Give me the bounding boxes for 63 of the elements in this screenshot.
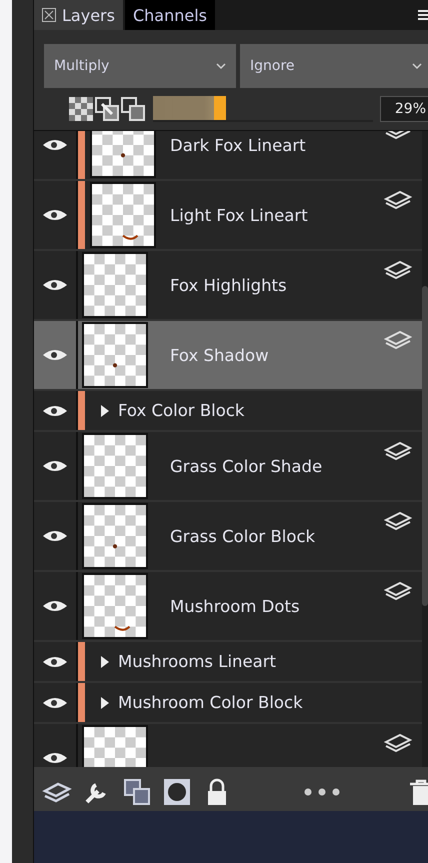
layer-stack-icon: [384, 732, 412, 754]
layer-thumbnail: [82, 433, 148, 499]
layer-thumbnail: [90, 182, 156, 248]
panel-tab[interactable]: Channels: [124, 0, 215, 30]
blend-mode-dropdown[interactable]: Multiply: [44, 44, 236, 88]
layer-stack-icon: [384, 440, 412, 462]
layer-row[interactable]: Fox Highlights: [34, 251, 422, 321]
layer-stack-icon: [384, 510, 412, 532]
mask-icon[interactable]: [162, 777, 192, 807]
eye-icon[interactable]: [42, 599, 68, 613]
expand-triangle-icon[interactable]: [100, 404, 110, 418]
layer-name: Fox Highlights: [170, 276, 287, 294]
chevron-icon: [216, 62, 226, 70]
scrollbar[interactable]: [422, 286, 428, 606]
layer-row[interactable]: Dark Fox Lineart: [34, 131, 422, 181]
layer-name: Mushrooms Lineart: [118, 652, 276, 671]
eye-icon[interactable]: [42, 696, 68, 710]
overlapping-squares-icon[interactable]: [121, 97, 145, 121]
close-icon: [42, 8, 56, 22]
layer-name: Mushroom Dots: [170, 596, 300, 616]
layer-name: Grass Color Block: [170, 526, 316, 546]
eye-icon[interactable]: [42, 208, 68, 222]
layer-name: Grass Color Shade: [170, 456, 322, 476]
layer-name: Light Fox Lineart: [170, 206, 308, 224]
layer-row[interactable]: Mushroom Dots: [34, 572, 422, 642]
eye-icon[interactable]: [42, 751, 68, 765]
layer-name: Dark Fox Lineart: [170, 136, 306, 154]
layer-row[interactable]: Grass Color Shade: [34, 432, 422, 502]
eye-icon[interactable]: [42, 348, 68, 362]
eye-icon[interactable]: [42, 278, 68, 292]
layer-stack-icon: [384, 259, 412, 281]
menu-icon[interactable]: [418, 8, 428, 22]
layer-stack-icon: [384, 329, 412, 351]
layer-name: Mushroom Color Block: [118, 693, 303, 712]
eye-icon[interactable]: [42, 529, 68, 543]
layer-row[interactable]: Mushrooms Lineart: [34, 642, 422, 683]
layer-row[interactable]: Fox Color Block: [34, 391, 422, 432]
merge-layers-icon[interactable]: [122, 777, 152, 807]
more-icon[interactable]: [302, 787, 342, 797]
expand-triangle-icon[interactable]: [100, 696, 110, 710]
layer-thumbnail: [82, 573, 148, 639]
layer-setting-dropdown[interactable]: Ignore: [240, 44, 428, 88]
layer-row[interactable]: Mushroom Color Block: [34, 683, 422, 724]
layer-row[interactable]: Light Fox Lineart: [34, 181, 422, 251]
layer-thumbnail: [82, 503, 148, 569]
layer-name: Fox Shadow: [170, 346, 269, 364]
eye-icon[interactable]: [42, 138, 68, 152]
layer-row[interactable]: Fox Shadow: [34, 321, 422, 391]
reference-layer-icon[interactable]: [95, 97, 119, 121]
opacity-slider[interactable]: [153, 96, 373, 122]
expand-triangle-icon[interactable]: [100, 654, 110, 668]
layer-thumbnail: [82, 322, 148, 388]
eye-icon[interactable]: [42, 459, 68, 473]
layer-thumbnail: [82, 252, 148, 318]
eye-icon[interactable]: [42, 404, 68, 418]
chevron-icon: [412, 62, 422, 70]
layer-stack-icon: [384, 580, 412, 602]
panel-tab[interactable]: Layers: [34, 0, 123, 30]
opacity-field[interactable]: 29%: [380, 96, 428, 122]
layer-stack-icon: [384, 189, 412, 211]
eye-icon[interactable]: [42, 654, 68, 668]
layer-name: Fox Color Block: [118, 401, 244, 420]
layer-row[interactable]: Grass Color Block: [34, 502, 422, 572]
